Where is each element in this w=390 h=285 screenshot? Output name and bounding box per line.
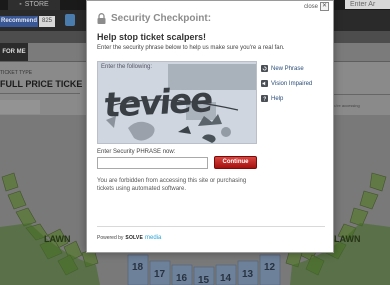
- captcha-graphic: teviee: [98, 62, 256, 143]
- store-link[interactable]: ▪ STORE: [8, 0, 60, 10]
- help-link[interactable]: ? Help: [261, 95, 312, 102]
- close-label: close: [303, 3, 318, 10]
- security-checkpoint-dialog: close ✕ Security Checkpoint: Help stop t…: [86, 0, 334, 253]
- price-label: FULL PRICE TICKE: [0, 79, 83, 89]
- site-search-input[interactable]: Enter Ar: [345, 0, 390, 9]
- security-phrase-input[interactable]: [97, 157, 208, 169]
- phrase-field-label: Enter Security PHRASE now:: [97, 149, 176, 155]
- ticket-type-label: TICKET TYPE: [0, 70, 33, 76]
- powered-by: Powered by SOLVE media: [97, 235, 161, 241]
- solvemedia-logo-media[interactable]: media: [145, 235, 161, 241]
- solvemedia-logo[interactable]: SOLVE: [125, 235, 143, 241]
- close-icon[interactable]: ✕: [320, 2, 329, 11]
- continue-button[interactable]: Continue: [214, 156, 257, 169]
- help-icon: ?: [261, 95, 268, 102]
- share-icon[interactable]: [65, 14, 75, 26]
- close-button[interactable]: close ✕: [304, 2, 329, 11]
- dialog-title-row: Security Checkpoint:: [97, 13, 211, 24]
- dialog-title: Security Checkpoint:: [111, 13, 212, 24]
- powered-by-label: Powered by: [97, 235, 124, 241]
- captcha-image: teviee Enter the following:: [97, 61, 257, 144]
- captcha-options: New Phrase Vision Impaired ? Help: [261, 65, 312, 110]
- recommend-button[interactable]: Recommend: [0, 16, 38, 27]
- footer-divider: [97, 226, 325, 227]
- quantity-select[interactable]: [0, 100, 40, 114]
- recommend-count: 825: [39, 16, 55, 27]
- new-phrase-link[interactable]: New Phrase: [261, 65, 312, 72]
- captcha-prompt: Enter the following:: [101, 64, 153, 70]
- divider: [0, 93, 80, 94]
- automation-warning: You are forbidden from accessing this si…: [97, 178, 247, 192]
- tab-for-me[interactable]: FOR ME: [0, 43, 28, 61]
- store-icon: ▪: [19, 1, 22, 8]
- dialog-headline: Help stop ticket scalpers!: [97, 32, 207, 42]
- vision-impaired-link[interactable]: Vision Impaired: [261, 80, 312, 87]
- dialog-instructions: Enter the security phrase below to help …: [97, 45, 285, 51]
- refresh-icon: [261, 65, 268, 72]
- lock-icon: [97, 13, 106, 24]
- vision-impaired-label: Vision Impaired: [271, 80, 313, 87]
- notice-text: you're accessing: [330, 103, 360, 108]
- help-label: Help: [271, 95, 284, 102]
- speaker-icon: [261, 80, 268, 87]
- svg-text:?: ?: [263, 97, 266, 102]
- new-phrase-label: New Phrase: [271, 65, 304, 72]
